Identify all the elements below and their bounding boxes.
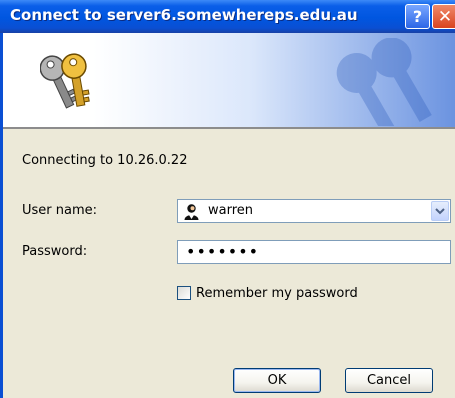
chevron-down-icon [435, 208, 445, 215]
close-icon: ✕ [437, 6, 453, 27]
username-combobox[interactable]: warren [177, 199, 451, 223]
password-value: ••••••• [186, 242, 260, 261]
close-button[interactable]: ✕ [432, 4, 455, 29]
ok-button-label: OK [267, 373, 287, 388]
help-button[interactable]: ? [405, 4, 430, 29]
username-value: warren [208, 203, 254, 218]
banner-divider [3, 127, 455, 129]
password-field[interactable]: ••••••• [177, 240, 451, 264]
password-label: Password: [22, 244, 88, 259]
window-title: Connect to server6.somewhereps.edu.au [10, 6, 358, 24]
cancel-button-label: Cancel [366, 373, 412, 388]
remember-password-checkbox[interactable] [177, 286, 191, 300]
ok-button[interactable]: OK [233, 368, 321, 393]
cancel-button[interactable]: Cancel [345, 368, 433, 393]
connecting-text: Connecting to 10.26.0.22 [22, 153, 188, 168]
keys-icon [40, 53, 90, 109]
help-icon: ? [412, 7, 423, 26]
remember-password-label[interactable]: Remember my password [196, 286, 358, 301]
username-dropdown-button[interactable] [431, 201, 449, 221]
title-bar[interactable]: Connect to server6.somewhereps.edu.au ? … [0, 0, 455, 33]
user-icon [184, 204, 199, 220]
keys-watermark-icon [336, 38, 432, 126]
username-label: User name: [22, 203, 98, 218]
